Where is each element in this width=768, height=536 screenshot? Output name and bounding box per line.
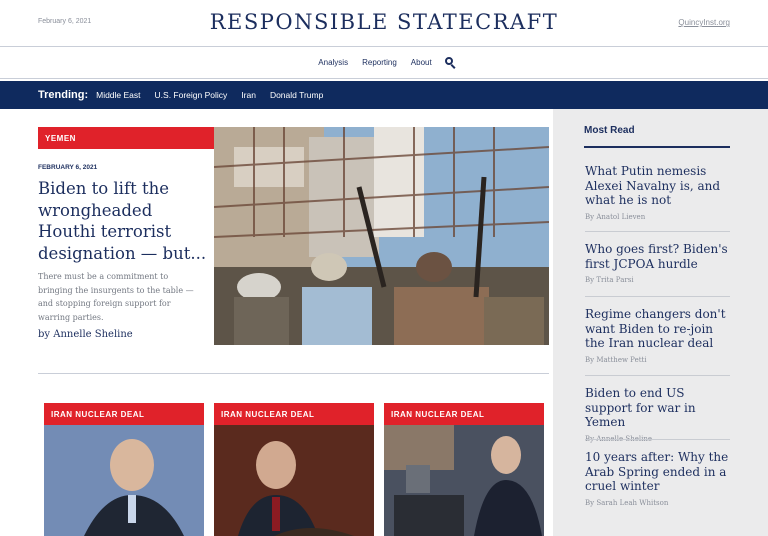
- site-header: February 6, 2021 RESPONSIBLE STATECRAFT …: [0, 0, 768, 47]
- article-card-bolton[interactable]: IRAN NUCLEAR DEAL: [214, 403, 374, 536]
- most-read-item[interactable]: Biden to end US support for war in Yemen…: [585, 386, 730, 443]
- featured-headline[interactable]: Biden to lift the wrongheaded Houthi ter…: [38, 178, 208, 264]
- most-read-sidebar: Most Read What Putin nemesis Alexei Nava…: [553, 109, 768, 536]
- most-read-rule: [584, 146, 730, 148]
- most-read-item[interactable]: What Putin nemesis Alexei Navalny is, an…: [585, 164, 730, 221]
- nav-about[interactable]: About: [411, 58, 432, 67]
- trending-link-foreign-policy[interactable]: U.S. Foreign Policy: [155, 90, 228, 100]
- featured-date: FEBRUARY 6, 2021: [38, 164, 98, 171]
- nav-analysis[interactable]: Analysis: [318, 58, 348, 67]
- featured-photo[interactable]: [214, 127, 549, 345]
- most-read-separator: [585, 231, 730, 232]
- card-category-tag[interactable]: IRAN NUCLEAR DEAL: [44, 403, 204, 425]
- quincy-link[interactable]: QuincyInst.org: [678, 18, 730, 27]
- trending-link-iran[interactable]: Iran: [241, 90, 256, 100]
- featured-byline[interactable]: by Annelle Sheline: [38, 329, 133, 340]
- most-read-headline[interactable]: What Putin nemesis Alexei Navalny is, an…: [585, 164, 730, 208]
- most-read-item[interactable]: Regime changers don't want Biden to re-j…: [585, 307, 730, 364]
- trending-link-trump[interactable]: Donald Trump: [270, 90, 323, 100]
- photo-netanyahu-icon: [44, 425, 204, 536]
- site-logo[interactable]: RESPONSIBLE STATECRAFT: [0, 10, 768, 34]
- search-icon[interactable]: [444, 56, 457, 69]
- trending-label: Trending:: [38, 89, 89, 101]
- main-nav: Analysis Reporting About: [0, 47, 768, 79]
- photo-yemen-fighters-icon: [214, 127, 549, 345]
- section-divider: [38, 373, 549, 374]
- featured-excerpt: There must be a commitment to bringing t…: [38, 272, 194, 322]
- trending-link-middle-east[interactable]: Middle East: [96, 90, 140, 100]
- most-read-byline: By Sarah Leah Whitson: [585, 498, 669, 507]
- most-read-byline: By Anatol Lieven: [585, 212, 646, 221]
- article-card-biden[interactable]: IRAN NUCLEAR DEAL: [384, 403, 544, 536]
- most-read-separator: [585, 439, 730, 440]
- most-read-byline: By Matthew Petti: [585, 355, 647, 364]
- nav-reporting[interactable]: Reporting: [362, 58, 397, 67]
- most-read-headline[interactable]: Who goes first? Biden's first JCPOA hurd…: [585, 242, 730, 271]
- photo-bolton-icon: [214, 425, 374, 536]
- article-card-netanyahu[interactable]: IRAN NUCLEAR DEAL: [44, 403, 204, 536]
- photo-biden-icon: [384, 425, 544, 536]
- most-read-item[interactable]: 10 years after: Why the Arab Spring ende…: [585, 450, 730, 507]
- most-read-byline: By Trita Parsi: [585, 276, 634, 284]
- card-category-tag[interactable]: IRAN NUCLEAR DEAL: [384, 403, 544, 425]
- most-read-headline[interactable]: 10 years after: Why the Arab Spring ende…: [585, 450, 730, 494]
- trending-bar: Trending: Middle East U.S. Foreign Polic…: [0, 81, 768, 109]
- card-category-tag[interactable]: IRAN NUCLEAR DEAL: [214, 403, 374, 425]
- most-read-title: Most Read: [584, 125, 635, 136]
- most-read-item[interactable]: Who goes first? Biden's first JCPOA hurd…: [585, 242, 730, 284]
- most-read-separator: [585, 375, 730, 376]
- most-read-headline[interactable]: Regime changers don't want Biden to re-j…: [585, 307, 730, 351]
- most-read-headline[interactable]: Biden to end US support for war in Yemen: [585, 386, 730, 430]
- most-read-separator: [585, 296, 730, 297]
